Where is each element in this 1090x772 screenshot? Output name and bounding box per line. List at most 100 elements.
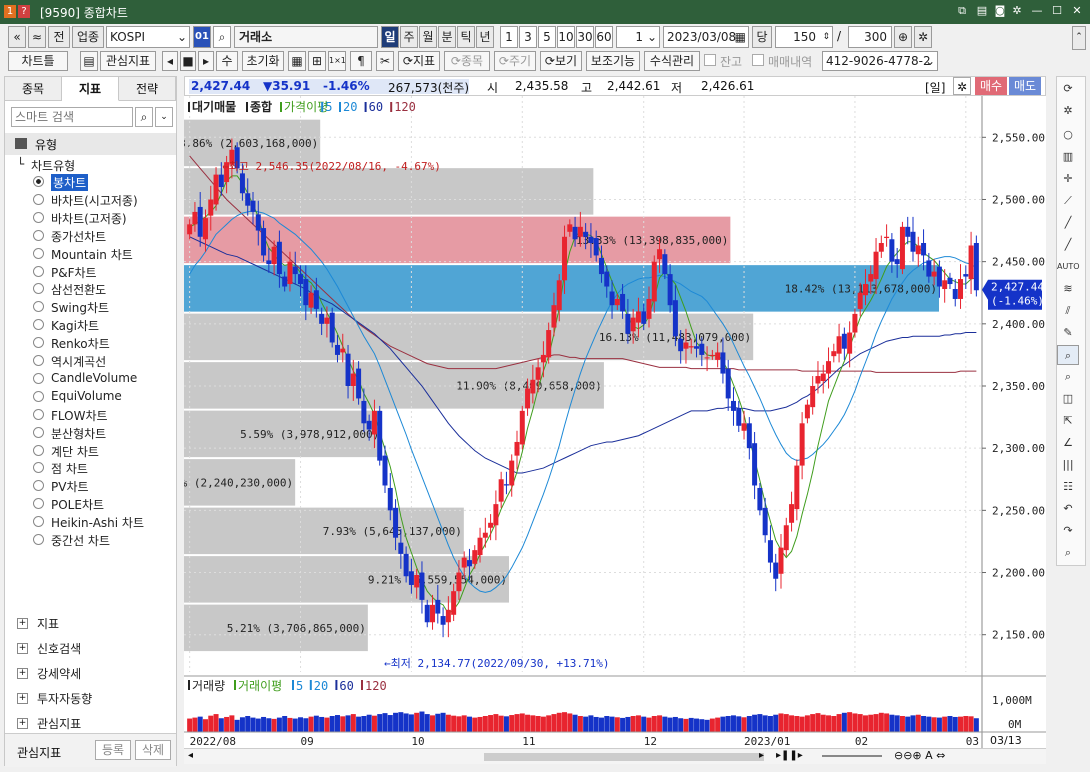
radio-button[interactable] xyxy=(33,211,44,223)
gear-icon[interactable]: ✲ xyxy=(914,26,932,48)
split-icon[interactable]: ⊞ xyxy=(308,51,326,71)
chart-type-item[interactable]: 중간선 차트 xyxy=(5,531,176,548)
auto-button[interactable]: 수 xyxy=(216,51,238,71)
balance-checkbox[interactable] xyxy=(704,54,716,66)
vol-legend-item[interactable]: 120 xyxy=(365,679,387,693)
delete-button[interactable]: 삭제 xyxy=(135,740,171,760)
watch-indicator-button[interactable]: 관심지표 xyxy=(100,51,156,71)
vol-legend-item[interactable]: 거래량 xyxy=(192,679,225,693)
expand-plus-icon[interactable]: + xyxy=(17,718,28,729)
chart-type-item[interactable]: Swing차트 xyxy=(5,298,176,315)
formula-button[interactable]: 수식관리 xyxy=(644,51,700,71)
sell-button[interactable]: 매도 xyxy=(1009,77,1041,95)
nav-up-button[interactable]: ≈ xyxy=(28,26,46,48)
maximize-icon[interactable]: ☐ xyxy=(1050,4,1064,18)
prev-button[interactable]: 전 xyxy=(48,26,70,48)
count-field[interactable]: 150 ⇕ xyxy=(775,26,833,48)
chart-frame-button[interactable]: 차트틀 xyxy=(8,51,68,71)
legend-item[interactable]: 종합 xyxy=(250,99,272,114)
settings-icon[interactable]: ✲ xyxy=(1010,4,1024,18)
smart-search-field[interactable] xyxy=(12,108,132,126)
legend-item[interactable]: 120 xyxy=(394,100,416,114)
indicator-button[interactable]: ⟳지표 xyxy=(398,51,440,71)
radio-button[interactable] xyxy=(33,444,44,456)
vol-legend-item[interactable]: 60 xyxy=(339,679,353,693)
radio-button[interactable] xyxy=(33,390,44,402)
zoom-in-icon[interactable]: ⊕ xyxy=(894,26,912,48)
radio-button[interactable] xyxy=(33,301,44,313)
radio-button[interactable] xyxy=(33,498,44,510)
radio-button[interactable] xyxy=(33,265,44,277)
prev-icon[interactable]: ◂ xyxy=(162,51,178,71)
section-item[interactable]: + 강세약세 xyxy=(5,663,176,685)
zoom-controls-icon[interactable]: ⊖⊖⊕ A ⇔ xyxy=(894,749,945,762)
tab-2[interactable]: 전략 xyxy=(119,77,176,101)
pin-icon[interactable]: ¶ xyxy=(350,51,372,71)
chart-type-item[interactable]: FLOW차트 xyxy=(5,406,176,423)
radio-button[interactable] xyxy=(33,480,44,492)
expand-plus-icon[interactable]: + xyxy=(17,668,28,679)
period-1-button[interactable]: 주 xyxy=(400,26,418,48)
radio-button[interactable] xyxy=(33,462,44,474)
redo-icon[interactable]: ↷ xyxy=(1057,521,1079,541)
legend-item[interactable]: 대기매물 xyxy=(192,99,236,114)
chart-type-item[interactable]: 역시계곡선 xyxy=(5,352,176,369)
circle-icon[interactable]: ○ xyxy=(1057,125,1079,145)
date-field[interactable]: 2023/03/08 ▦ xyxy=(663,26,749,48)
section-item[interactable]: + 투자자동향 xyxy=(5,688,176,710)
radio-button[interactable] xyxy=(33,176,44,187)
save-icon[interactable]: ▤ xyxy=(975,4,989,18)
tab-1[interactable]: 지표 xyxy=(62,77,119,101)
period-3-button[interactable]: 분 xyxy=(438,26,456,48)
magnifier-icon[interactable]: ⌕ xyxy=(1057,345,1079,365)
unit-3-button[interactable]: 3 xyxy=(519,26,537,48)
cycle-button[interactable]: ⟳주기 xyxy=(494,51,536,71)
layout-icon[interactable]: 1×1 xyxy=(328,51,346,71)
radio-button[interactable] xyxy=(33,229,44,241)
nav-back-button[interactable]: « xyxy=(8,26,26,48)
chart-type-item[interactable]: EquiVolume xyxy=(5,388,176,405)
radio-button[interactable] xyxy=(33,283,44,295)
code-button[interactable]: 01 xyxy=(193,26,211,48)
chart-type-item[interactable]: CandleVolume xyxy=(5,370,176,387)
search-icon[interactable]: ⌕ xyxy=(1057,543,1079,563)
period-2-button[interactable]: 월 xyxy=(419,26,437,48)
chart-scrollbar[interactable]: ◂ ▸ ▸❚❚▸ ⊖⊖⊕ A ⇔ xyxy=(184,748,1046,764)
fibo-icon[interactable]: ≋ xyxy=(1057,279,1079,299)
chart-type-item[interactable]: 계단 차트 xyxy=(5,442,176,459)
expand-icon[interactable]: ⌄ xyxy=(155,107,173,127)
scroll-left-icon[interactable]: ◂ xyxy=(188,750,193,761)
reset-button[interactable]: 초기화 xyxy=(242,51,284,71)
expand-plus-icon[interactable]: + xyxy=(17,618,28,629)
search-icon[interactable]: ⌕ xyxy=(213,26,231,48)
save-icon[interactable]: ▤ xyxy=(80,51,98,71)
period-0-button[interactable]: 일 xyxy=(381,26,399,48)
radio-button[interactable] xyxy=(33,372,44,384)
chart-type-item[interactable]: 봉차트 xyxy=(5,173,176,191)
chart-type-item[interactable]: Mountain 차트 xyxy=(5,245,176,262)
radio-button[interactable] xyxy=(33,516,44,528)
unit-5-button[interactable]: 5 xyxy=(538,26,556,48)
help-badge[interactable]: ? xyxy=(18,5,30,18)
radio-button[interactable] xyxy=(33,247,44,259)
unit-60-button[interactable]: 60 xyxy=(595,26,613,48)
section-item[interactable]: + 신호검색 xyxy=(5,638,176,660)
stop-icon[interactable]: ■ xyxy=(180,51,196,71)
trades-checkbox[interactable] xyxy=(752,54,764,66)
collapse-icon[interactable]: ⌃ xyxy=(1072,26,1086,50)
view-button[interactable]: ⟳보기 xyxy=(540,51,582,71)
chart-type-item[interactable]: 점 차트 xyxy=(5,459,176,476)
register-button[interactable]: 등록 xyxy=(95,740,131,760)
chart-type-item[interactable]: PV차트 xyxy=(5,477,176,494)
scroll-thumb[interactable] xyxy=(484,753,764,761)
vol-legend-item[interactable]: 거래이평 xyxy=(238,679,282,693)
capture-icon[interactable]: ◙ xyxy=(993,4,1007,18)
pen-icon[interactable]: ✎ xyxy=(1057,323,1079,343)
angle-icon[interactable]: ∠ xyxy=(1057,433,1079,453)
vol-legend-item[interactable]: 5 xyxy=(296,679,303,693)
section-item[interactable]: + 관심지표 xyxy=(5,713,176,735)
expand-plus-icon[interactable]: + xyxy=(17,693,28,704)
line-tool-icon[interactable]: ╱ xyxy=(1057,235,1079,255)
chart-type-item[interactable]: POLE차트 xyxy=(5,495,176,512)
columns-icon[interactable]: ||| xyxy=(1057,455,1079,475)
